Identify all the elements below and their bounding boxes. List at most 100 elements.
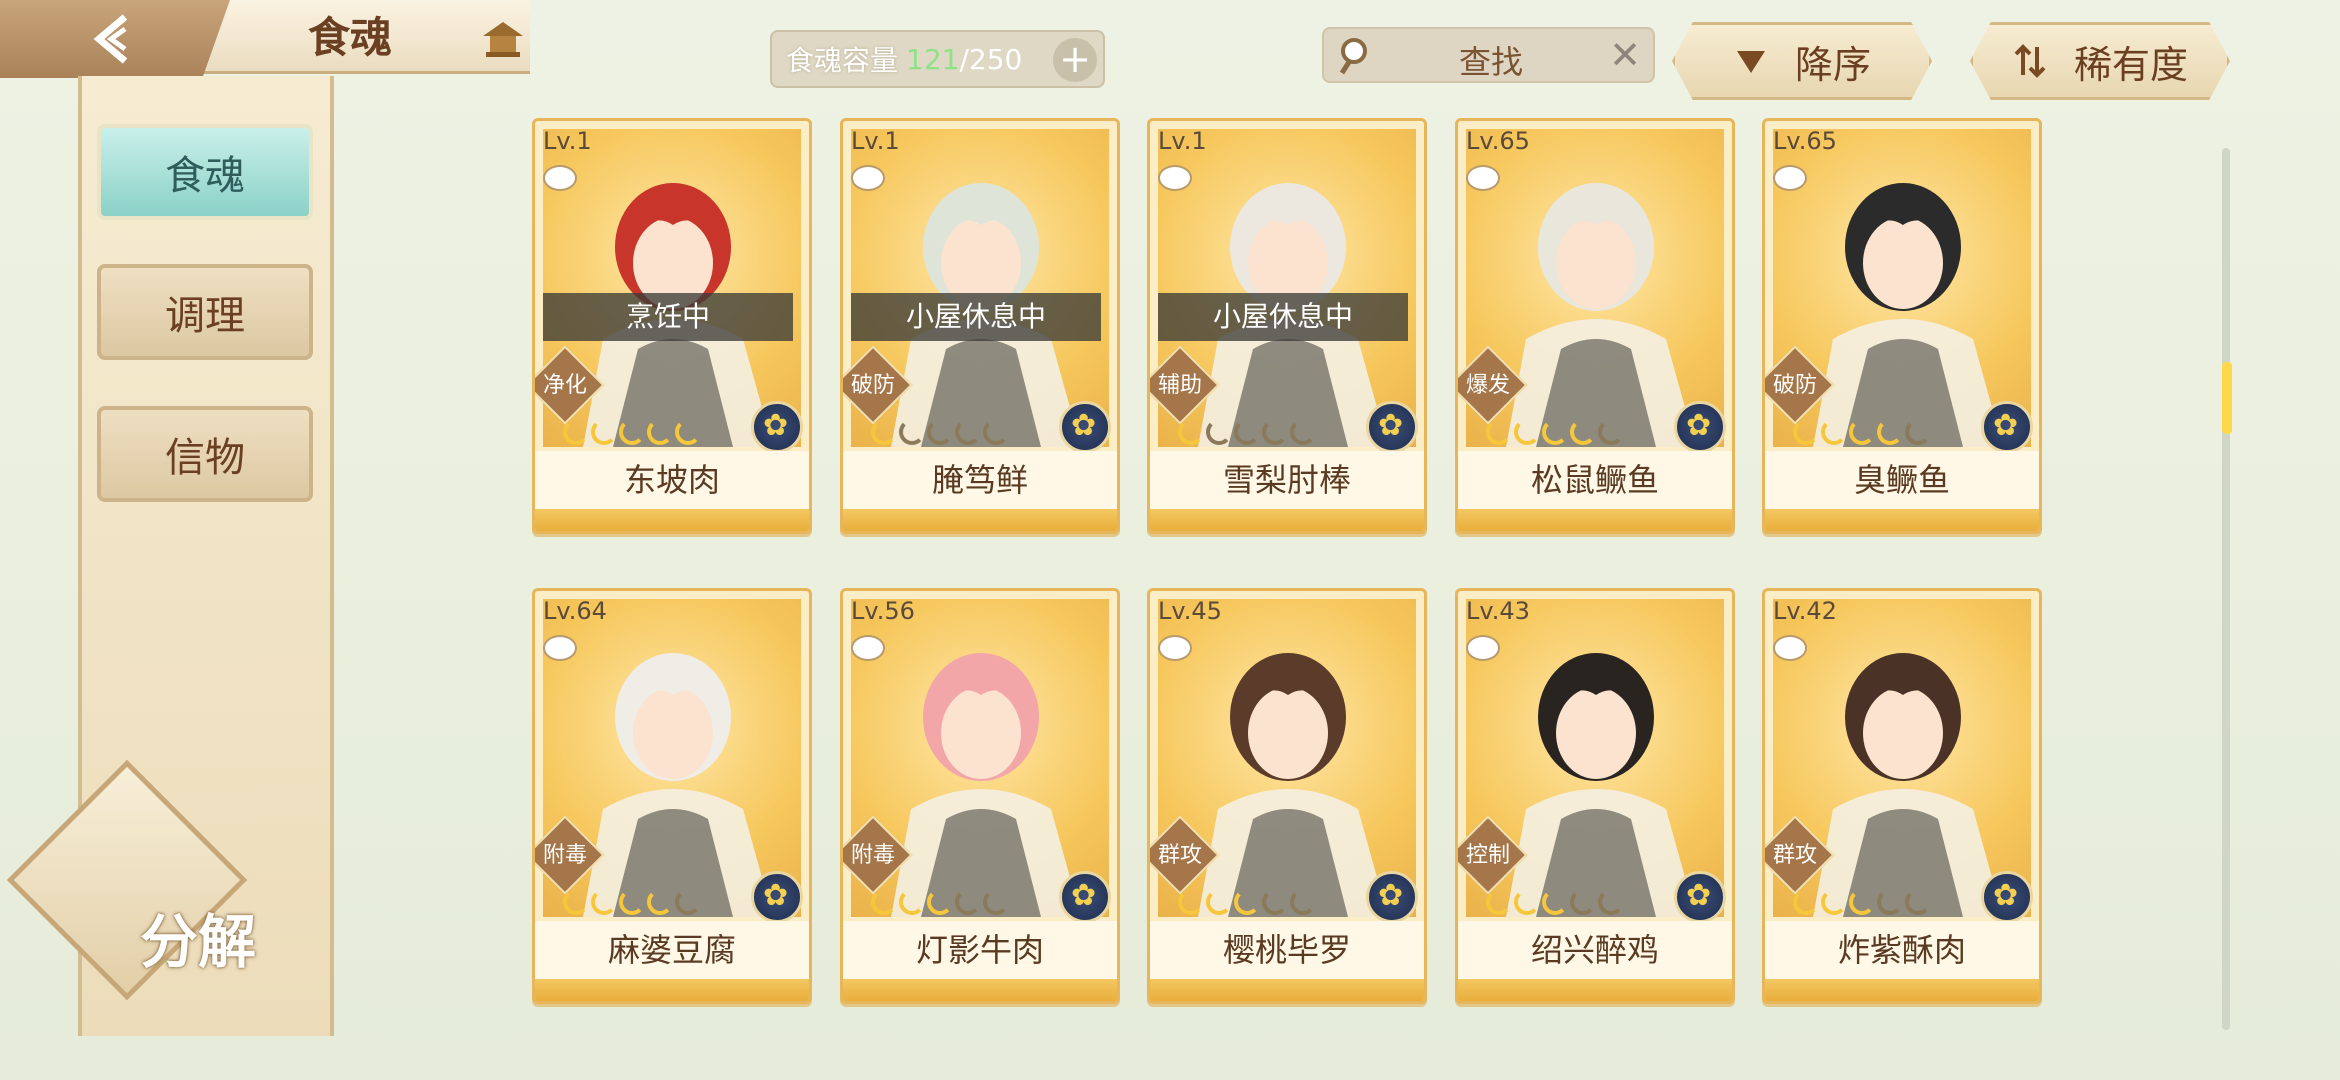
star-filled-icon (1821, 419, 1847, 445)
bowl-icon (543, 165, 577, 191)
food-soul-card[interactable]: Lv.42 群攻炸紫酥肉 (1762, 588, 2042, 1004)
star-empty-icon (1262, 419, 1288, 445)
star-rating (871, 419, 1009, 445)
card-footer (1765, 509, 2039, 531)
star-filled-icon (1570, 419, 1596, 445)
star-rating (563, 419, 701, 445)
card-footer (1458, 979, 1732, 1001)
food-soul-card[interactable]: Lv.1 烹饪中净化东坡肉 (532, 118, 812, 534)
food-soul-card[interactable]: Lv.64 附毒麻婆豆腐 (532, 588, 812, 1004)
level-label: Lv.64 (543, 597, 607, 625)
scrollbar-thumb[interactable] (2222, 362, 2232, 434)
add-capacity-button[interactable]: + (1053, 38, 1097, 82)
search-placeholder: 查找 (1459, 43, 1524, 81)
star-rating (1486, 419, 1624, 445)
level-label: Lv.65 (1773, 127, 1837, 155)
food-soul-card[interactable]: Lv.65 爆发松鼠鳜鱼 (1455, 118, 1735, 534)
character-name: 麻婆豆腐 (535, 921, 809, 979)
level-label: Lv.1 (1158, 127, 1207, 155)
star-filled-icon (1486, 889, 1512, 915)
card-footer (1150, 509, 1424, 531)
star-filled-icon (1178, 419, 1204, 445)
star-filled-icon (1849, 889, 1875, 915)
search-input[interactable]: 查找 ✕ (1322, 27, 1655, 83)
rarity-medal-icon (751, 871, 803, 923)
back-button[interactable] (0, 0, 230, 78)
scrollbar[interactable] (2222, 148, 2230, 1030)
star-empty-icon (927, 419, 953, 445)
card-footer (535, 509, 809, 531)
clear-icon[interactable]: ✕ (1609, 33, 1641, 77)
food-soul-card[interactable]: Lv.65 破防臭鳜鱼 (1762, 118, 2042, 534)
star-filled-icon (563, 889, 589, 915)
rarity-medal-icon (1981, 871, 2033, 923)
rarity-medal-icon (1674, 401, 1726, 453)
star-filled-icon (871, 889, 897, 915)
star-empty-icon (1905, 889, 1931, 915)
star-filled-icon (1821, 889, 1847, 915)
page-title: 食魂 (307, 13, 392, 62)
sort-key-button[interactable]: 稀有度 (1970, 22, 2230, 100)
rarity-medal-icon (1674, 871, 1726, 923)
star-filled-icon (1793, 419, 1819, 445)
star-empty-icon (983, 889, 1009, 915)
card-footer (843, 979, 1117, 1001)
star-rating (1486, 889, 1624, 915)
bowl-icon (1158, 635, 1192, 661)
capacity-current: 121 (906, 42, 960, 76)
bowl-icon (851, 635, 885, 661)
star-filled-icon (563, 419, 589, 445)
character-name: 腌笃鲜 (843, 451, 1117, 509)
tab-token[interactable]: 信物 (97, 406, 313, 502)
role-label: 爆发 (1465, 373, 1510, 398)
star-rating (1178, 419, 1316, 445)
star-rating (1793, 419, 1931, 445)
character-name: 雪梨肘棒 (1150, 451, 1424, 509)
food-soul-card[interactable]: Lv.1 小屋休息中辅助雪梨肘棒 (1147, 118, 1427, 534)
star-filled-icon (647, 419, 673, 445)
star-filled-icon (871, 419, 897, 445)
star-rating (871, 889, 1009, 915)
pavilion-icon[interactable] (478, 14, 528, 64)
star-filled-icon (1877, 419, 1903, 445)
star-empty-icon (1598, 419, 1624, 445)
star-empty-icon (1290, 889, 1316, 915)
status-banner: 小屋休息中 (1158, 293, 1408, 341)
level-label: Lv.1 (851, 127, 900, 155)
bowl-icon (1158, 165, 1192, 191)
bowl-icon (1466, 165, 1500, 191)
search-icon (1339, 38, 1367, 75)
food-soul-card[interactable]: Lv.1 小屋休息中破防腌笃鲜 (840, 118, 1120, 534)
character-name: 绍兴醉鸡 (1458, 921, 1732, 979)
sort-order-button[interactable]: 降序 (1672, 22, 1932, 100)
tab-food-soul[interactable]: 食魂 (97, 124, 313, 220)
food-soul-card[interactable]: Lv.43 控制绍兴醉鸡 (1455, 588, 1735, 1004)
star-filled-icon (591, 419, 617, 445)
character-name: 樱桃毕罗 (1150, 921, 1424, 979)
card-footer (1458, 509, 1732, 531)
star-filled-icon (1793, 889, 1819, 915)
star-empty-icon (1262, 889, 1288, 915)
star-filled-icon (1178, 889, 1204, 915)
tab-cooking[interactable]: 调理 (97, 264, 313, 360)
rarity-medal-icon (1366, 401, 1418, 453)
star-filled-icon (591, 889, 617, 915)
star-filled-icon (1849, 419, 1875, 445)
decompose-label[interactable]: 分解 (118, 895, 278, 979)
food-soul-card[interactable]: Lv.56 附毒灯影牛肉 (840, 588, 1120, 1004)
star-filled-icon (1206, 889, 1232, 915)
star-empty-icon (675, 889, 701, 915)
role-label: 破防 (1772, 373, 1817, 398)
star-filled-icon (1234, 889, 1260, 915)
star-filled-icon (1542, 889, 1568, 915)
star-rating (563, 889, 701, 915)
bowl-icon (851, 165, 885, 191)
level-label: Lv.45 (1158, 597, 1222, 625)
character-name: 炸紫酥肉 (1765, 921, 2039, 979)
star-empty-icon (1234, 419, 1260, 445)
card-footer (535, 979, 809, 1001)
food-soul-card[interactable]: Lv.45 群攻樱桃毕罗 (1147, 588, 1427, 1004)
character-name: 松鼠鳜鱼 (1458, 451, 1732, 509)
role-label: 附毒 (850, 843, 895, 868)
status-banner: 烹饪中 (543, 293, 793, 341)
